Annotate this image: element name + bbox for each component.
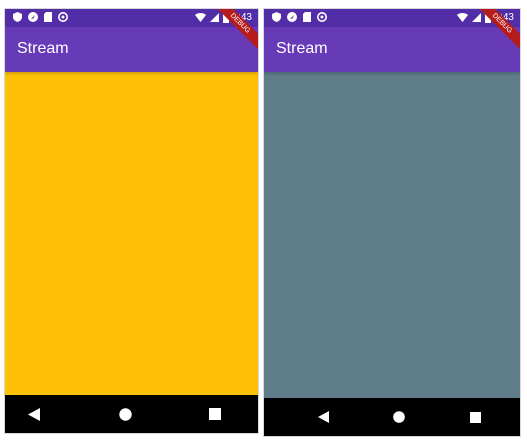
recents-icon[interactable] xyxy=(468,410,482,424)
wifi-icon xyxy=(456,13,468,22)
signal-icon xyxy=(209,13,219,22)
back-icon[interactable] xyxy=(316,410,330,424)
location-icon xyxy=(287,12,297,22)
system-navigation-bar xyxy=(5,395,258,433)
stream-content-area xyxy=(5,72,258,395)
sync-icon xyxy=(317,12,327,22)
location-icon xyxy=(28,12,38,22)
page-title: Stream xyxy=(276,40,328,57)
sync-icon xyxy=(58,12,68,22)
app-bar: Stream xyxy=(264,27,520,72)
sd-card-icon xyxy=(303,12,311,22)
recents-icon[interactable] xyxy=(208,407,222,421)
signal-icon xyxy=(471,13,481,22)
sd-card-icon xyxy=(44,12,52,22)
screenshot-canvas: 2:43 Stream DEBUG xyxy=(0,0,527,443)
home-icon[interactable] xyxy=(118,407,132,421)
phone-screen-amber: 2:43 Stream DEBUG xyxy=(5,9,258,433)
app-bar: Stream xyxy=(5,27,258,72)
shield-icon xyxy=(272,12,281,22)
back-icon[interactable] xyxy=(27,407,41,421)
wifi-icon xyxy=(194,13,206,22)
status-icons-left xyxy=(13,12,68,22)
stream-content-area xyxy=(264,72,520,398)
system-navigation-bar xyxy=(264,398,520,436)
home-icon[interactable] xyxy=(392,410,406,424)
phone-screen-bluegrey: 2:43 Stream DEBUG xyxy=(264,9,520,436)
shield-icon xyxy=(13,12,22,22)
page-title: Stream xyxy=(17,40,69,57)
status-icons-left xyxy=(272,12,327,22)
